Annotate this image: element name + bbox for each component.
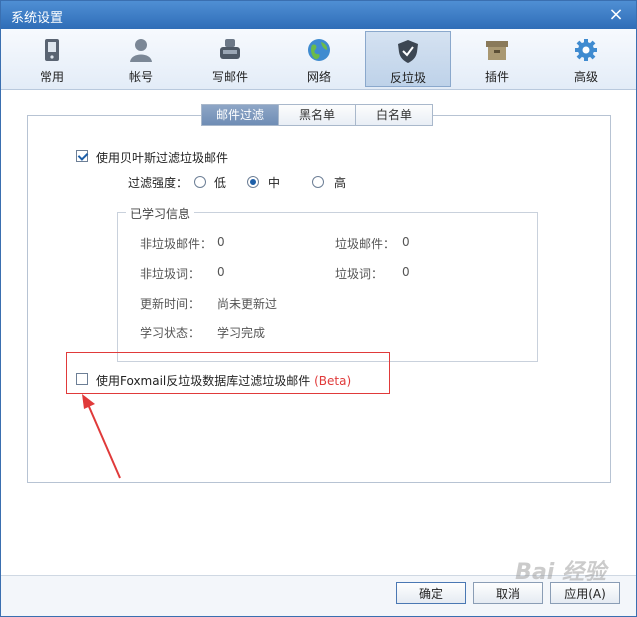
spam-mail-value: 0 <box>402 235 410 249</box>
toolbar-label: 高级 <box>573 70 598 84</box>
toolbar-label: 插件 <box>484 70 509 84</box>
strength-mid-radio[interactable] <box>247 176 259 188</box>
spam-word-label: 垃圾词： <box>335 267 384 281</box>
tab-mail-filter[interactable]: 邮件过滤 <box>201 104 279 126</box>
tab-blacklist[interactable]: 黑名单 <box>278 104 356 126</box>
nonspam-mail-value: 0 <box>217 235 225 249</box>
spam-word-value: 0 <box>402 265 410 279</box>
learned-info-group: 已学习信息 非垃圾邮件： 0 垃圾邮件： 0 非垃圾词： 0 垃圾词： 0 更新… <box>117 205 538 362</box>
close-icon[interactable]: × <box>606 4 626 25</box>
window-title: 系统设置 <box>11 11 64 26</box>
toolbar-label: 反垃圾 <box>389 71 426 85</box>
nonspam-mail-label: 非垃圾邮件： <box>140 237 213 251</box>
toolbar-label: 帐号 <box>128 70 153 84</box>
strength-high-label: 高 <box>334 176 347 190</box>
strength-low-radio[interactable] <box>194 176 206 188</box>
bayes-checkbox[interactable] <box>76 150 88 162</box>
foxmail-db-text: 使用Foxmail反垃圾数据库过滤垃圾邮件 <box>96 374 311 388</box>
foxmail-db-checkbox[interactable] <box>76 373 88 385</box>
learned-info-title: 已学习信息 <box>126 205 195 222</box>
nonspam-word-value: 0 <box>217 265 225 279</box>
category-toolbar: 常用 帐号 写邮件 网络 反垃圾 插件 高级 <box>1 29 636 90</box>
strength-label: 过滤强度： <box>128 176 189 190</box>
settings-content: 使用贝叶斯过滤垃圾邮件 过滤强度： 低 中 高 已学习信息 非垃圾邮件： 0 垃… <box>1 90 636 576</box>
toolbar-item-advanced[interactable]: 高级 <box>543 31 629 87</box>
gear-icon <box>543 37 629 65</box>
strength-mid-label: 中 <box>268 176 281 190</box>
shield-icon <box>366 38 450 66</box>
toolbar-item-plugins[interactable]: 插件 <box>454 31 540 87</box>
user-icon <box>98 37 184 65</box>
box-icon <box>454 37 540 65</box>
globe-icon <box>276 37 362 65</box>
title-bar[interactable]: 系统设置 × <box>1 1 636 29</box>
strength-low-label: 低 <box>214 176 227 190</box>
watermark-logo: Bai 经验 <box>515 560 606 585</box>
toolbar-label: 写邮件 <box>211 70 248 84</box>
beta-badge: (Beta) <box>314 374 352 388</box>
tab-whitelist[interactable]: 白名单 <box>355 104 433 126</box>
toolbar-item-general[interactable]: 常用 <box>9 31 95 87</box>
nonspam-word-label: 非垃圾词： <box>140 267 201 281</box>
learn-status-label: 学习状态： <box>140 326 201 340</box>
learn-status-value: 学习完成 <box>217 326 266 340</box>
toolbar-label: 常用 <box>39 70 64 84</box>
spam-mail-label: 垃圾邮件： <box>335 237 396 251</box>
annotation-arrow <box>82 394 121 479</box>
toolbar-item-antispam[interactable]: 反垃圾 <box>365 31 451 87</box>
ok-button[interactable]: 确定 <box>396 582 466 604</box>
toolbar-item-network[interactable]: 网络 <box>276 31 362 87</box>
bayes-label: 使用贝叶斯过滤垃圾邮件 <box>96 151 229 165</box>
toolbar-item-account[interactable]: 帐号 <box>98 31 184 87</box>
toolbar-item-compose[interactable]: 写邮件 <box>187 31 273 87</box>
strength-high-radio[interactable] <box>312 176 324 188</box>
toolbar-label: 网络 <box>306 70 331 84</box>
antispam-panel: 使用贝叶斯过滤垃圾邮件 过滤强度： 低 中 高 已学习信息 非垃圾邮件： 0 垃… <box>27 115 611 483</box>
phone-icon <box>9 37 95 65</box>
foxmail-db-label: 使用Foxmail反垃圾数据库过滤垃圾邮件 (Beta) <box>96 372 351 389</box>
update-time-label: 更新时间： <box>140 297 201 311</box>
filter-tabs: 邮件过滤 黑名单 白名单 <box>201 104 433 126</box>
update-time-value: 尚未更新过 <box>217 297 278 311</box>
compose-icon <box>187 37 273 65</box>
settings-window: 系统设置 × 常用 帐号 写邮件 网络 反垃圾 插件 高级 使用贝叶斯过滤垃圾邮… <box>0 0 637 617</box>
